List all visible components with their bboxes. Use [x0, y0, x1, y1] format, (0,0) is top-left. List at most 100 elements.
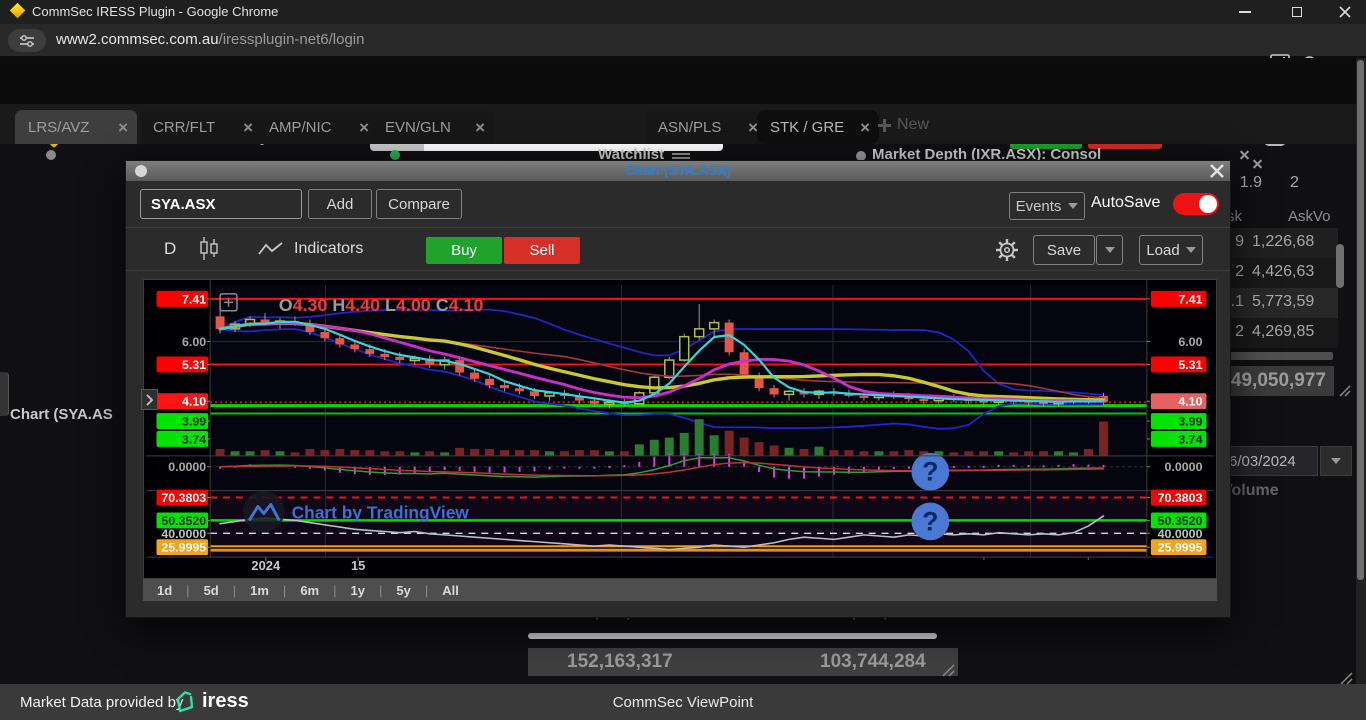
- app-header: CommSec Buy Sell: [0, 58, 1366, 104]
- svg-text:?: ?: [922, 457, 938, 487]
- browser-titlebar: CommSec IRESS Plugin - Google Chrome: [0, 0, 1366, 24]
- svg-text:25.9995: 25.9995: [161, 541, 206, 555]
- chart-toolbar: D Indicators Buy Sell Save Load: [126, 227, 1230, 271]
- close-window-button[interactable]: [1328, 0, 1362, 24]
- svg-text:6.00: 6.00: [182, 335, 206, 349]
- total-value: 152,163,317: [567, 651, 673, 673]
- svg-text:Chart by TradingView: Chart by TradingView: [292, 502, 470, 522]
- site-settings-icon[interactable]: [8, 29, 46, 52]
- horizontal-scrollbar[interactable]: [528, 633, 937, 639]
- chevron-down-icon: [1068, 203, 1078, 209]
- svg-text:0.0000: 0.0000: [1165, 460, 1203, 474]
- svg-text:5.31: 5.31: [1178, 358, 1202, 372]
- layout-tabs: LRS/AVZ×CRR/FLT×AMP/NIC×EVN/GLN× ASN/PLS×…: [0, 104, 1366, 144]
- depth-value: 2: [1290, 174, 1299, 192]
- close-icon[interactable]: ×: [860, 119, 870, 136]
- close-icon[interactable]: ×: [359, 119, 369, 136]
- collapse-axis-button[interactable]: [141, 389, 158, 410]
- chevron-down-icon: [1186, 247, 1196, 253]
- svg-text:?: ?: [922, 506, 938, 536]
- svg-text:3.99: 3.99: [182, 415, 206, 429]
- line-style-icon[interactable]: [258, 241, 284, 257]
- panel-scrollbar-thumb[interactable]: [1336, 244, 1344, 288]
- range-toolbar: 1d|5d|1m|6m|1y|5y|All: [143, 579, 1217, 601]
- date-field[interactable]: 6/03/2024: [1220, 446, 1318, 476]
- url-path: /iressplugin-net6/login: [219, 31, 365, 48]
- svg-text:70.3803: 70.3803: [161, 491, 206, 505]
- range-all[interactable]: All: [428, 583, 473, 598]
- svg-text:6.00: 6.00: [1178, 335, 1202, 349]
- svg-text:4.10: 4.10: [1178, 395, 1202, 409]
- range-1m[interactable]: 1m: [236, 583, 283, 598]
- chart-dialog: Chart (SYA.ASX) Add Compare Events AutoS…: [125, 160, 1231, 618]
- tab-asn-pls[interactable]: ASN/PLS×: [645, 110, 767, 144]
- range-6m[interactable]: 6m: [286, 583, 333, 598]
- svg-text:25.9995: 25.9995: [1158, 541, 1203, 555]
- indicators-button[interactable]: Indicators: [294, 240, 363, 258]
- symbol-input[interactable]: [140, 189, 302, 219]
- new-tab-button[interactable]: New: [878, 116, 929, 134]
- svg-text:3.99: 3.99: [1178, 415, 1202, 429]
- autosave-toggle[interactable]: [1173, 193, 1219, 215]
- app-window: CommSec IRESS Plugin - Google Chrome www…: [0, 0, 1366, 720]
- plus-icon: [878, 119, 891, 132]
- tab-evn-gln[interactable]: EVN/GLN×: [372, 110, 494, 144]
- candlestick-style-icon[interactable]: [198, 236, 220, 262]
- chart-sell-button[interactable]: Sell: [504, 237, 580, 264]
- tab-stk-gre[interactable]: STK / GRE×: [757, 110, 879, 144]
- close-icon: [1339, 6, 1351, 18]
- tab-crr-flt[interactable]: CRR/FLT×: [140, 110, 262, 144]
- range-1y[interactable]: 1y: [337, 583, 379, 598]
- restore-button[interactable]: [1280, 0, 1314, 24]
- dialog-title: Chart (SYA.ASX): [126, 163, 1230, 178]
- tab-lrs-avz[interactable]: LRS/AVZ×: [15, 110, 137, 144]
- svg-text:3.74: 3.74: [1178, 432, 1202, 446]
- load-dropdown-button[interactable]: Load: [1139, 235, 1203, 265]
- events-dropdown[interactable]: Events: [1009, 192, 1085, 220]
- save-dropdown-button[interactable]: [1096, 235, 1123, 265]
- chevron-right-icon: [146, 394, 154, 406]
- url-domain: www2.commsec.com.au: [56, 31, 219, 48]
- resize-handle-icon[interactable]: [938, 660, 956, 678]
- svg-text:4.10: 4.10: [182, 395, 206, 409]
- dialog-close-icon[interactable]: [1210, 164, 1224, 178]
- footer: Market Data provided by iress CommSec Vi…: [0, 684, 1366, 720]
- dialog-titlebar[interactable]: Chart (SYA.ASX): [126, 161, 1230, 181]
- chevron-down-icon: [1331, 458, 1341, 464]
- svg-text:40.0000: 40.0000: [1158, 527, 1203, 541]
- svg-text:50.3520: 50.3520: [1158, 514, 1203, 528]
- close-icon[interactable]: ×: [118, 119, 128, 136]
- svg-text:40.0000: 40.0000: [161, 527, 206, 541]
- add-button[interactable]: Add: [308, 189, 372, 219]
- close-icon[interactable]: ×: [243, 119, 253, 136]
- dock-grip[interactable]: [0, 372, 9, 416]
- range-5y[interactable]: 5y: [382, 583, 424, 598]
- compare-button[interactable]: Compare: [376, 189, 462, 219]
- svg-text:7.41: 7.41: [182, 292, 206, 306]
- footer-app-name: CommSec ViewPoint: [0, 694, 1366, 711]
- gear-icon[interactable]: [994, 237, 1020, 263]
- tab-amp-nic[interactable]: AMP/NIC×: [256, 110, 378, 144]
- price-chart[interactable]: Chart by TradingView?? O4.30 H4.40 L4.00 …: [143, 279, 1217, 579]
- docked-chart-title: Chart (SYA.AS: [10, 406, 113, 423]
- svg-text:50.3520: 50.3520: [161, 514, 206, 528]
- range-1d[interactable]: 1d: [143, 583, 186, 598]
- askvol-column-header: AskVo: [1288, 208, 1331, 225]
- svg-text:0.0000: 0.0000: [168, 460, 206, 474]
- chevron-down-icon: [1105, 247, 1115, 253]
- svg-text:O4.30 H4.40 L4.00 C4.10: O4.30 H4.40 L4.00 C4.10: [279, 295, 484, 315]
- watchlist-totals-row: 152,163,317 103,744,284: [528, 648, 958, 676]
- resize-handle-icon[interactable]: [1336, 382, 1352, 398]
- save-button[interactable]: Save: [1033, 235, 1095, 265]
- panel-status-dot: [46, 150, 56, 160]
- interval-button[interactable]: D: [164, 239, 176, 259]
- date-dropdown-button[interactable]: [1320, 446, 1352, 476]
- address-bar[interactable]: www2.commsec.com.au/iressplugin-net6/log…: [56, 31, 364, 48]
- svg-text:7.41: 7.41: [1178, 292, 1202, 306]
- autosave-label: AutoSave: [1091, 194, 1160, 212]
- close-icon[interactable]: ×: [475, 119, 485, 136]
- chart-buy-button[interactable]: Buy: [426, 237, 502, 264]
- page-scrollbar-thumb[interactable]: [1357, 60, 1364, 580]
- minimize-button[interactable]: [1228, 0, 1262, 24]
- range-5d[interactable]: 5d: [190, 583, 233, 598]
